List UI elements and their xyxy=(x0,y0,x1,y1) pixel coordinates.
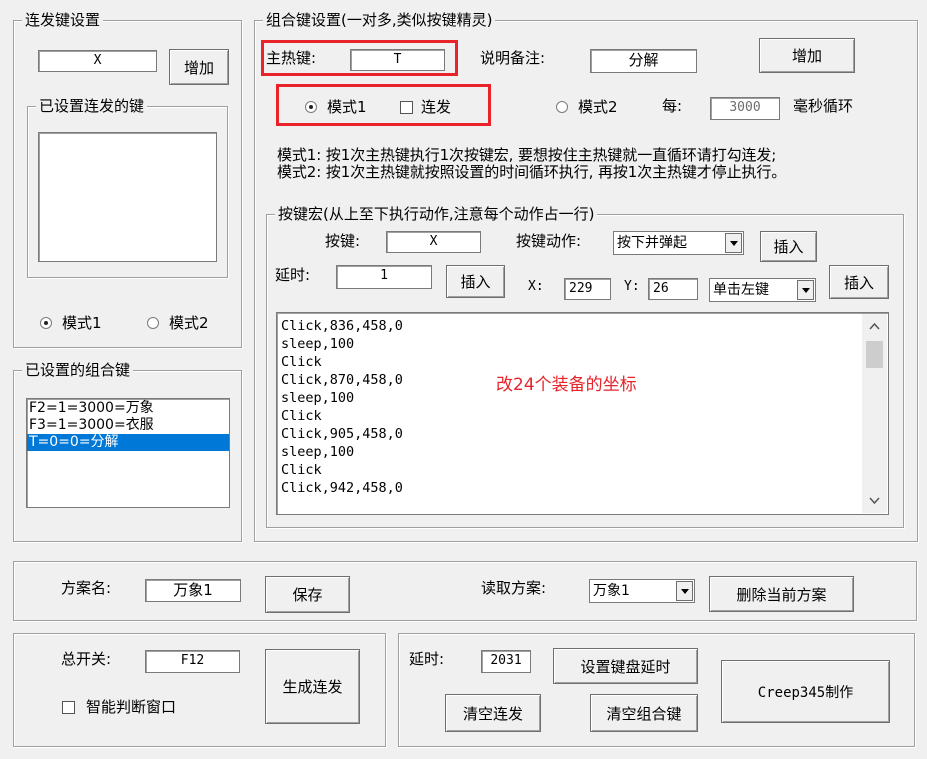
ms-loop-label: 毫秒循环 xyxy=(793,97,854,115)
macro-line: Click,836,458,0 xyxy=(281,318,403,334)
macro-line: Click,942,458,0 xyxy=(281,480,403,496)
scheme-name-label: 方案名: xyxy=(61,579,112,597)
mode-highlight xyxy=(276,84,491,126)
burst-key-input[interactable]: X xyxy=(38,50,157,72)
macro-key-input[interactable]: X xyxy=(386,231,481,253)
burst-mode2-label: 模式2 xyxy=(169,314,209,332)
smart-window-checkbox[interactable] xyxy=(62,701,75,714)
clear-combo-button[interactable]: 清空组合键 xyxy=(590,694,698,732)
generate-burst-button[interactable]: 生成连发 xyxy=(265,649,360,724)
read-scheme-select[interactable]: 万象1 xyxy=(589,579,695,603)
macro-x-input[interactable]: 229 xyxy=(564,278,611,300)
macro-line: sleep,100 xyxy=(281,390,355,406)
combo-list-item[interactable]: F3=1=3000=衣服 xyxy=(27,417,229,434)
delete-scheme-button[interactable]: 删除当前方案 xyxy=(709,576,854,612)
master-switch-input[interactable]: F12 xyxy=(145,650,240,673)
burst-mode2-radio[interactable] xyxy=(147,317,159,329)
chevron-down-icon xyxy=(729,240,738,246)
chevron-up-icon[interactable] xyxy=(869,322,880,330)
macro-title: 按键宏(从上至下执行动作,注意每个动作占一行) xyxy=(275,204,598,224)
mode2-description: 模式2: 按1次主热键就按照设置的时间循环执行, 再按1次主热键才停止执行。 xyxy=(277,163,787,181)
macro-click-dropdown-button[interactable] xyxy=(797,280,814,300)
chevron-down-icon[interactable] xyxy=(869,497,880,505)
every-label: 每: xyxy=(662,97,683,115)
configured-burst-list[interactable] xyxy=(38,132,217,262)
combo-list[interactable]: F2=1=3000=万象 F3=1=3000=衣服 T=0=0=分解 xyxy=(26,398,230,508)
scrollbar-thumb[interactable] xyxy=(866,341,883,368)
master-switch-label: 总开关: xyxy=(61,650,112,668)
chevron-down-icon xyxy=(680,588,689,594)
combo-list-item[interactable]: F2=1=3000=万象 xyxy=(27,400,229,417)
burst-mode1-label: 模式1 xyxy=(62,314,102,332)
read-scheme-value: 万象1 xyxy=(593,583,630,599)
macro-line: Click,870,458,0 xyxy=(281,372,403,388)
interval-input[interactable]: 3000 xyxy=(710,97,780,120)
macro-line: sleep,100 xyxy=(281,336,355,352)
macro-lines: Click,836,458,0 sleep,100 Click Click,870,4… xyxy=(281,317,403,497)
macro-line: sleep,100 xyxy=(281,444,355,460)
burst-add-button[interactable]: 增加 xyxy=(169,49,229,85)
credit-button[interactable]: Creep345制作 xyxy=(721,660,890,723)
macro-y-label: Y: xyxy=(624,279,640,294)
combo-list-title: 已设置的组合键 xyxy=(22,360,134,380)
hotkey-highlight xyxy=(261,40,458,76)
macro-editor[interactable]: Click,836,458,0 sleep,100 Click Click,870,4… xyxy=(276,312,889,515)
combo-add-button[interactable]: 增加 xyxy=(759,38,855,73)
read-scheme-label: 读取方案: xyxy=(481,579,547,597)
combo-settings-title: 组合键设置(一对多,类似按键精灵) xyxy=(263,10,496,30)
combo-mode2-label: 模式2 xyxy=(578,98,618,116)
macro-insert-delay-button[interactable]: 插入 xyxy=(446,265,505,298)
macro-click-value: 单击左键 xyxy=(713,282,769,298)
macro-line: Click xyxy=(281,408,322,424)
timing-delay-input[interactable]: 2031 xyxy=(481,650,531,673)
macro-action-value: 按下并弹起 xyxy=(617,235,687,251)
smart-window-label: 智能判断窗口 xyxy=(86,698,177,716)
clear-burst-button[interactable]: 清空连发 xyxy=(445,694,541,732)
chevron-down-icon xyxy=(801,287,810,293)
macro-delay-input[interactable]: 1 xyxy=(336,265,432,289)
combo-mode2-radio[interactable] xyxy=(556,101,568,113)
macro-click-select[interactable]: 单击左键 xyxy=(709,278,816,302)
set-keyboard-delay-button[interactable]: 设置键盘延时 xyxy=(553,648,698,684)
scheme-name-input[interactable]: 万象1 xyxy=(145,579,241,602)
combo-list-item[interactable]: T=0=0=分解 xyxy=(27,434,229,451)
note-label: 说明备注: xyxy=(480,49,546,67)
burst-settings-title: 连发键设置 xyxy=(22,10,104,30)
macro-annotation: 改24个装备的坐标 xyxy=(496,375,637,395)
macro-scrollbar[interactable] xyxy=(862,314,887,513)
macro-line: Click xyxy=(281,354,322,370)
macro-delay-label: 延时: xyxy=(275,266,311,284)
macro-y-input[interactable]: 26 xyxy=(648,278,698,300)
macro-action-dropdown-button[interactable] xyxy=(725,233,742,253)
save-button[interactable]: 保存 xyxy=(265,576,350,613)
timing-delay-label: 延时: xyxy=(409,650,445,668)
note-input[interactable]: 分解 xyxy=(590,49,697,73)
read-scheme-dropdown-button[interactable] xyxy=(676,581,693,601)
macro-action-label: 按键动作: xyxy=(516,232,582,250)
macro-key-label: 按键: xyxy=(325,232,361,250)
macro-line: Click,905,458,0 xyxy=(281,426,403,442)
configured-burst-title: 已设置连发的键 xyxy=(36,96,148,116)
burst-mode1-radio[interactable] xyxy=(40,317,52,329)
macro-insert-click-button[interactable]: 插入 xyxy=(829,265,889,299)
macro-line: Click xyxy=(281,462,322,478)
macro-action-select[interactable]: 按下并弹起 xyxy=(613,231,744,255)
macro-x-label: X: xyxy=(528,279,544,294)
macro-insert-key-button[interactable]: 插入 xyxy=(760,231,817,262)
